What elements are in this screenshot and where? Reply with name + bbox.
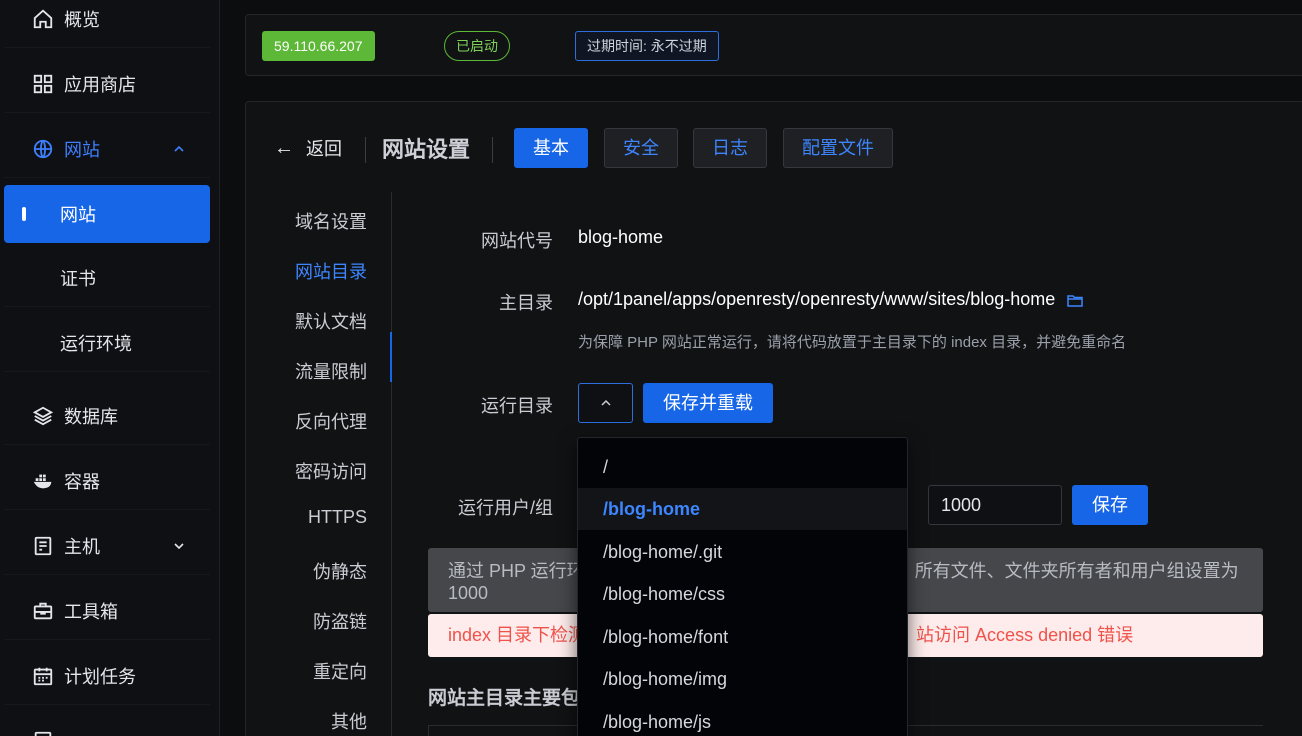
menu-item-domain[interactable]: 域名设置: [295, 208, 367, 234]
menu-item-site-dir[interactable]: 网站目录: [295, 258, 367, 284]
sidebar-item-label: 容器: [64, 471, 100, 492]
dropdown-option[interactable]: /blog-home/img: [578, 658, 907, 700]
status-badge: 已启动: [444, 31, 510, 61]
sidebar: 概览 应用商店 网站 网站 证书 运行环境 数据库 容器 主机 工具箱 计划任务: [0, 0, 220, 736]
dropdown-option[interactable]: /blog-home/js: [578, 701, 907, 736]
back-label: 返回: [306, 139, 342, 159]
run-dir-select[interactable]: [578, 383, 633, 423]
home-icon: [32, 8, 54, 30]
sidebar-item-runtime[interactable]: 运行环境: [4, 314, 210, 372]
divider: [492, 137, 493, 163]
sidebar-item-overview[interactable]: 概览: [4, 0, 210, 48]
sidebar-item-app-store[interactable]: 应用商店: [4, 55, 210, 113]
docker-icon: [32, 470, 54, 492]
sidebar-item-label: 运行环境: [60, 333, 132, 354]
menu-item-other[interactable]: 其他: [331, 708, 367, 734]
menu-item-reverse-proxy[interactable]: 反向代理: [295, 408, 367, 434]
save-button[interactable]: 保存: [1072, 485, 1148, 525]
sidebar-item-containers[interactable]: 容器: [4, 452, 210, 510]
info-alert-text-line2: 1000: [448, 583, 489, 603]
sidebar-item-label: 证书: [60, 268, 96, 289]
document-icon: [32, 730, 54, 736]
toolbox-icon: [32, 600, 54, 622]
sidebar-item-database[interactable]: 数据库: [4, 387, 210, 445]
back-button[interactable]: ← 返回: [274, 135, 342, 161]
run-dir-label: 运行目录: [481, 396, 553, 416]
tab-logs[interactable]: 日志: [693, 128, 767, 168]
info-alert-text-left: 通过 PHP 运行环: [448, 561, 585, 581]
sidebar-item-label: 工具箱: [64, 601, 118, 622]
layers-icon: [32, 405, 54, 427]
sidebar-item-cron[interactable]: 计划任务: [4, 647, 210, 705]
settings-menu: 域名设置 网站目录 默认文档 流量限制 反向代理 密码访问 HTTPS 伪静态 …: [246, 192, 392, 736]
chevron-up-icon: [600, 399, 611, 406]
menu-item-redirect[interactable]: 重定向: [313, 658, 367, 684]
save-reload-button[interactable]: 保存并重载: [643, 383, 773, 423]
grid-icon: [32, 73, 54, 95]
dropdown-option[interactable]: /: [578, 446, 907, 488]
root-dir-label: 主目录: [499, 293, 553, 313]
sidebar-item-partial[interactable]: [4, 712, 210, 736]
sidebar-item-label: 数据库: [64, 406, 118, 427]
globe-icon: [32, 138, 54, 160]
sidebar-item-website-list[interactable]: 网站: [4, 185, 210, 243]
folder-icon[interactable]: [1067, 294, 1084, 307]
sidebar-item-certificates[interactable]: 证书: [4, 249, 210, 307]
root-dir-hint: 为保障 PHP 网站正常运行，请将代码放置于主目录下的 index 目录，并避免…: [578, 334, 1127, 351]
page-title: 网站设置: [382, 137, 471, 162]
dropdown-option-selected[interactable]: /blog-home: [578, 488, 907, 530]
menu-item-https[interactable]: HTTPS: [308, 507, 367, 528]
status-bar: 59.110.66.207 已启动 过期时间: 永不过期: [245, 14, 1302, 76]
dropdown-option[interactable]: /blog-home/css: [578, 573, 907, 615]
menu-active-indicator: [390, 332, 392, 382]
section-title: 网站主目录主要包: [428, 688, 581, 709]
ip-badge: 59.110.66.207: [262, 31, 375, 61]
menu-item-default-doc[interactable]: 默认文档: [295, 308, 367, 334]
menu-item-rate-limit[interactable]: 流量限制: [295, 358, 367, 384]
expire-badge: 过期时间: 永不过期: [575, 31, 719, 61]
run-dir-dropdown: / /blog-home /blog-home/.git /blog-home/…: [577, 437, 908, 736]
chevron-down-icon: [174, 542, 184, 549]
sidebar-item-label: 计划任务: [64, 666, 136, 687]
site-code-label: 网站代号: [481, 231, 553, 251]
sidebar-item-host[interactable]: 主机: [4, 517, 210, 575]
menu-item-rewrite[interactable]: 伪静态: [313, 558, 367, 584]
menu-item-anti-leech[interactable]: 防盗链: [313, 608, 367, 634]
tab-basic[interactable]: 基本: [514, 128, 588, 168]
run-user-label: 运行用户/组: [457, 498, 553, 518]
menu-item-password-access[interactable]: 密码访问: [295, 458, 367, 484]
sidebar-item-label: 主机: [64, 536, 100, 557]
calendar-icon: [32, 665, 54, 687]
sidebar-item-label: 网站: [60, 205, 96, 225]
info-alert-text-right: 所有文件、文件夹所有者和用户组设置为: [914, 561, 1239, 581]
dropdown-option[interactable]: /blog-home/.git: [578, 531, 907, 573]
sidebar-item-label: 网站: [64, 139, 100, 160]
sidebar-item-label: 应用商店: [64, 74, 136, 95]
arrow-left-icon: ←: [274, 136, 294, 159]
root-dir-value: /opt/1panel/apps/openresty/openresty/www…: [578, 289, 1084, 310]
sidebar-item-toolbox[interactable]: 工具箱: [4, 582, 210, 640]
sidebar-item-label: 概览: [64, 9, 100, 30]
warning-alert-text-left: index 目录下检测: [448, 625, 587, 645]
divider: [365, 137, 366, 163]
chevron-up-icon: [174, 145, 184, 152]
sidebar-item-websites[interactable]: 网站: [4, 120, 210, 178]
dropdown-option[interactable]: /blog-home/font: [578, 616, 907, 658]
warning-alert-text-right: 站访问 Access denied 错误: [916, 625, 1134, 645]
tab-config-file[interactable]: 配置文件: [783, 128, 893, 168]
site-code-value: blog-home: [578, 227, 664, 247]
tab-security[interactable]: 安全: [604, 128, 678, 168]
server-icon: [32, 535, 54, 557]
root-dir-path: /opt/1panel/apps/openresty/openresty/www…: [578, 289, 1056, 309]
group-input[interactable]: 1000: [928, 485, 1062, 525]
